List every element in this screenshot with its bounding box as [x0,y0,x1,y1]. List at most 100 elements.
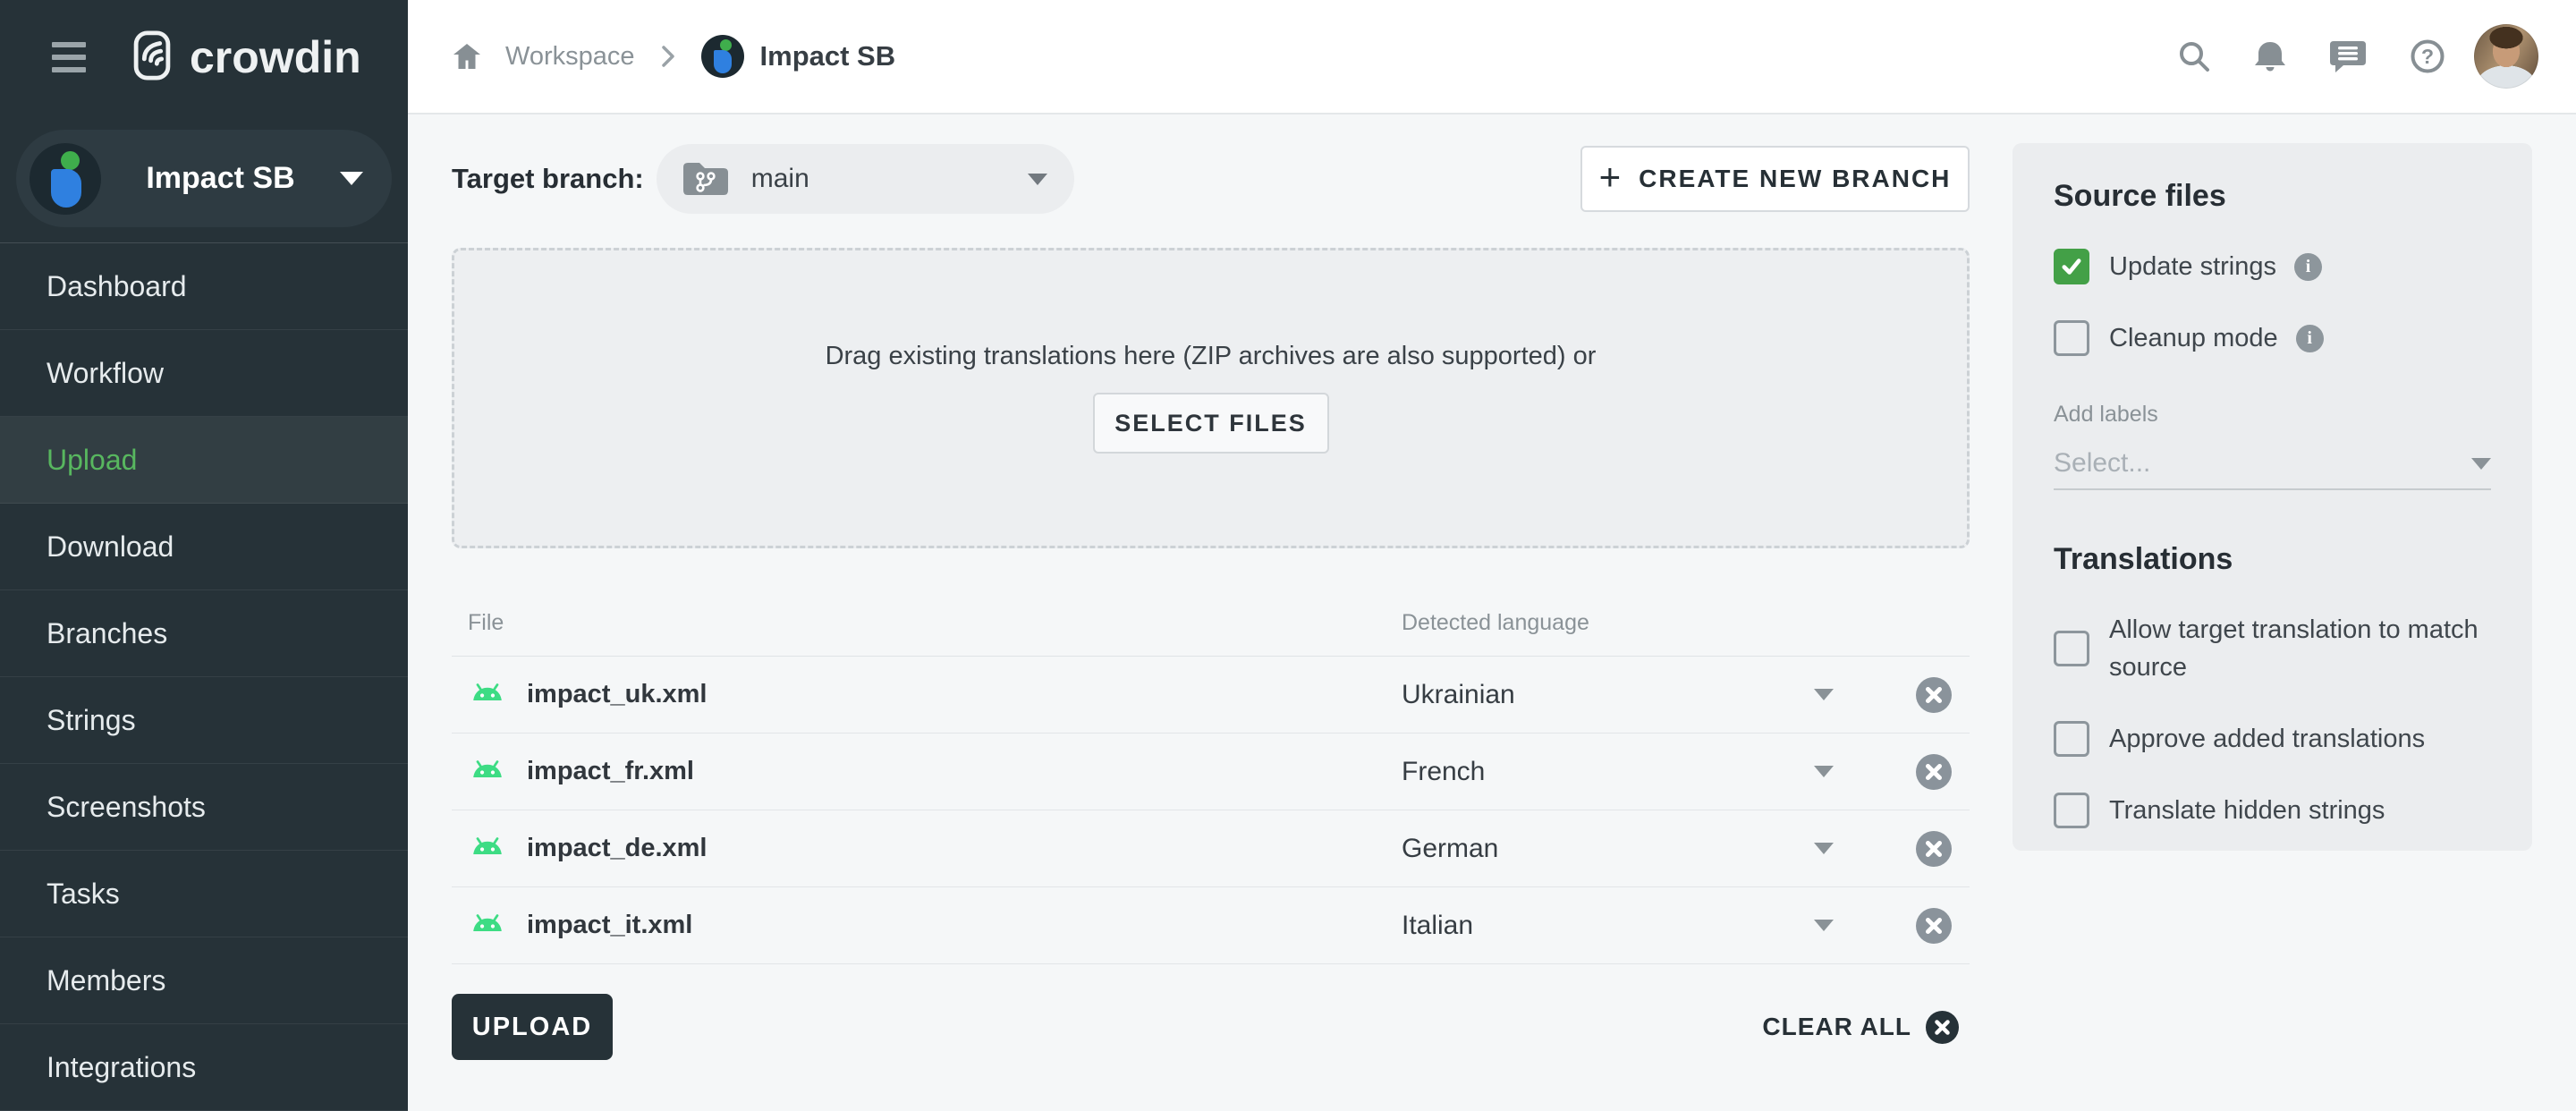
breadcrumb-workspace[interactable]: Workspace [505,42,635,72]
language-select[interactable]: Ukrainian [1402,680,1916,710]
translate-hidden-option: Translate hidden strings [2054,792,2491,829]
target-branch-label: Target branch: [452,163,644,195]
main-column: Workspace Impact SB ? [408,0,2576,1111]
android-icon [468,759,507,784]
sidebar-item-members[interactable]: Members [0,937,408,1024]
table-row: impact_it.xml Italian [452,887,1970,964]
project-avatar [30,143,101,215]
table-row: impact_de.xml German [452,810,1970,887]
language-value: Ukrainian [1402,680,1515,710]
upload-button[interactable]: UPLOAD [452,994,613,1060]
crowdin-logo[interactable]: crowdin [129,30,361,86]
add-labels-label: Add labels [2054,402,2491,428]
remove-file-button[interactable] [1916,754,1952,790]
branch-row: Target branch: main [452,144,1970,214]
create-new-branch-button[interactable]: + CREATE NEW BRANCH [1580,146,1970,212]
sidebar-item-dashboard[interactable]: Dashboard [0,243,408,330]
search-icon[interactable] [2177,39,2211,73]
language-value: Italian [1402,911,1473,941]
chevron-down-icon [340,172,363,185]
update-strings-option: Update strings i [2054,248,2491,285]
hamburger-menu-icon[interactable] [52,42,86,72]
sidebar-item-upload[interactable]: Upload [0,417,408,504]
allow-match-source-checkbox[interactable] [2054,631,2089,666]
dropzone-text: Drag existing translations here (ZIP arc… [826,342,1597,371]
breadcrumb-project[interactable]: Impact SB [760,40,896,72]
clear-all-label: CLEAR ALL [1762,1013,1911,1041]
source-files-title: Source files [2054,179,2491,214]
language-select[interactable]: Italian [1402,911,1916,941]
info-icon[interactable]: i [2294,253,2322,281]
project-selector-name: Impact SB [146,161,294,196]
translate-hidden-label: Translate hidden strings [2109,792,2385,829]
language-select[interactable]: French [1402,757,1916,787]
file-name: impact_uk.xml [527,680,707,709]
help-icon[interactable]: ? [2410,38,2445,74]
column-header-file: File [452,610,1402,636]
sidebar-item-tasks[interactable]: Tasks [0,851,408,937]
topbar: Workspace Impact SB ? [408,0,2576,114]
chevron-down-icon [2471,458,2491,470]
project-selector[interactable]: Impact SB [16,130,392,227]
approve-added-checkbox[interactable] [2054,721,2089,757]
remove-file-button[interactable] [1916,831,1952,867]
update-strings-checkbox[interactable] [2054,249,2089,284]
sidebar-item-strings[interactable]: Strings [0,677,408,764]
upload-settings-panel: Source files Update strings i Cleanup mo… [2012,143,2532,851]
file-name: impact_it.xml [527,911,692,940]
sidebar-item-download[interactable]: Download [0,504,408,590]
plus-icon: + [1599,156,1623,199]
table-row: impact_fr.xml French [452,734,1970,810]
file-name: impact_fr.xml [527,757,694,786]
approve-added-option: Approve added translations [2054,720,2491,758]
language-select[interactable]: German [1402,834,1916,864]
sidebar-item-screenshots[interactable]: Screenshots [0,764,408,851]
file-cell: impact_it.xml [452,911,1402,940]
table-row: impact_uk.xml Ukrainian [452,657,1970,734]
table-header: File Detected language [452,590,1970,657]
remove-file-button[interactable] [1916,677,1952,713]
clear-all-x-icon [1926,1011,1959,1044]
sidebar-item-workflow[interactable]: Workflow [0,330,408,417]
chevron-down-icon [1814,843,1834,854]
chevron-down-icon [1814,766,1834,777]
labels-select-placeholder: Select... [2054,448,2150,479]
sidebar-item-branches[interactable]: Branches [0,590,408,677]
language-value: German [1402,834,1498,864]
uploaded-files-table: File Detected language impact_uk.xml Ukr… [452,590,1970,964]
column-header-language: Detected language [1402,610,1970,636]
approve-added-label: Approve added translations [2109,720,2425,758]
user-avatar[interactable] [2474,24,2538,89]
translate-hidden-checkbox[interactable] [2054,793,2089,828]
file-dropzone[interactable]: Drag existing translations here (ZIP arc… [452,248,1970,548]
app-window: crowdin Impact SB Dashboard Workflow Upl… [0,0,2576,1111]
cleanup-mode-checkbox[interactable] [2054,320,2089,356]
translations-title: Translations [2054,542,2491,577]
sidebar-item-integrations[interactable]: Integrations [0,1024,408,1111]
sidebar-nav: Dashboard Workflow Upload Download Branc… [0,243,408,1111]
notifications-bell-icon[interactable] [2254,39,2286,73]
chevron-down-icon [1814,920,1834,931]
select-files-button[interactable]: SELECT FILES [1093,393,1329,454]
labels-select[interactable]: Select... [2054,438,2491,490]
allow-match-source-option: Allow target translation to match source [2054,611,2491,686]
clear-all-button[interactable]: CLEAR ALL [1762,1011,1959,1044]
info-icon[interactable]: i [2296,325,2324,352]
remove-file-button[interactable] [1916,908,1952,944]
chevron-down-icon [1814,689,1834,700]
upload-page: Target branch: main [452,114,1970,1111]
branch-folder-icon [680,158,732,199]
file-cell: impact_de.xml [452,834,1402,863]
chevron-down-icon [1028,174,1047,185]
breadcrumb-project-avatar [701,35,744,78]
android-icon [468,913,507,938]
home-icon[interactable] [452,42,482,71]
cleanup-mode-label: Cleanup mode [2109,319,2278,357]
messages-icon[interactable] [2329,39,2367,73]
topbar-icons: ? [2177,38,2445,74]
crowdin-logo-text: crowdin [190,31,361,83]
sidebar: crowdin Impact SB Dashboard Workflow Upl… [0,0,408,1111]
content: Target branch: main [408,114,2576,1111]
branch-select[interactable]: main [657,144,1074,214]
create-new-branch-label: CREATE NEW BRANCH [1639,165,1951,193]
